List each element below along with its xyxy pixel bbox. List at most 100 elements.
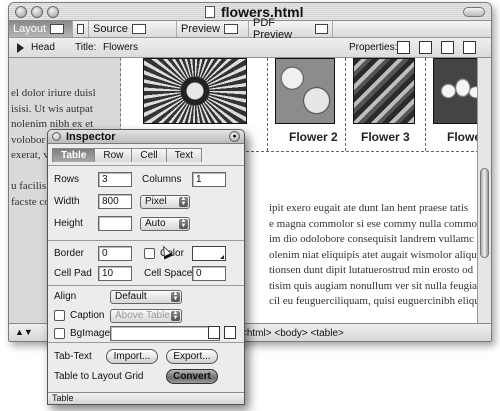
zoom-window-button[interactable] [47,6,59,18]
tab-layout-label: Layout [13,23,47,35]
tab-layout[interactable]: Layout [9,21,73,37]
caption-position-select[interactable]: Above Table ▲ ▼ [110,309,182,323]
rows-field[interactable]: 3 [98,172,132,187]
title-bar[interactable]: flowers.html [9,3,491,21]
table-column-divider [345,58,346,151]
flower-4-caption[interactable]: Flowe [447,130,481,144]
layout-grid-label: Table to Layout Grid [54,371,144,382]
text-line: ipit exero eugait ate dunt lan hent prae… [269,202,469,214]
close-window-button[interactable] [15,6,27,18]
tab-row[interactable]: Row [94,148,133,162]
text-line: e magna commolor si ese commy nulla comm… [269,217,478,230]
minimize-window-button[interactable] [31,6,43,18]
chevron-updown-icon: ▲ ▼ [171,310,180,321]
align-select[interactable]: Default ▲ ▼ [110,290,182,304]
head-label[interactable]: Head [31,42,55,53]
bgimage-checkbox[interactable] [54,328,65,339]
export-button[interactable]: Export... [166,349,218,364]
table-column-divider [267,58,268,151]
cellspace-label: Cell Space [144,268,193,279]
dimensions-panel: Rows 3 Columns 1 Width 800 Pixel ▲ ▼ Heig… [48,165,244,240]
tab-source[interactable]: Source [89,21,177,37]
color-swatch[interactable] [192,246,226,261]
inspector-title-bar[interactable]: Inspector ● [48,130,244,144]
border-panel: Border 0 Color Cell Pad 10 Cell Space 0 [48,240,244,285]
title-label: Title: [75,42,97,53]
inspector-tabs: Table Row Cell Text [52,148,202,162]
import-button[interactable]: Import... [106,349,158,364]
cellspace-field[interactable]: 0 [192,266,226,281]
align-panel: Align Default ▲ ▼ Caption Above Table ▲ ▼ … [48,285,244,342]
color-checkbox[interactable] [144,248,155,259]
bgimage-label: BgImage [70,328,111,339]
css-icon[interactable] [441,41,454,54]
flower-2-image[interactable] [275,58,335,124]
caption-label: Caption [70,310,105,321]
text-line: im dio odolobore consequisit landrem vul… [269,233,474,245]
flower-4-image[interactable] [433,58,483,124]
split-view-icon [77,24,84,34]
properties-label: Properties: [349,42,398,53]
text-line: tisim quis augiam nonullum ver sit nulla… [269,279,478,292]
actions-panel: Tab-Text Import... Export... Table to La… [48,342,244,388]
flower-2-caption[interactable]: Flower 2 [289,130,338,144]
source-view-icon [131,24,146,34]
body-text[interactable]: ipit exero eugait ate dunt lan hent prae… [269,201,479,310]
tab-table[interactable]: Table [52,148,96,162]
close-icon[interactable] [52,132,61,141]
chevron-updown-icon: ▲ ▼ [171,291,180,302]
collapse-icon[interactable]: ● [229,131,240,142]
text-line: el dolor iriure duisl [11,87,96,99]
height-field[interactable] [98,216,132,231]
scroll-thumb[interactable] [480,168,489,258]
width-unit-select[interactable]: Pixel ▲ ▼ [140,195,190,209]
columns-label: Columns [142,174,182,185]
width-unit-value: Pixel [145,196,167,207]
toolbar-toggle-button[interactable] [463,7,485,17]
tabtext-label: Tab-Text [54,351,92,362]
inspector-status: Table [48,392,244,404]
text-line: tionsen dunt dipit lutatuerostrud min er… [269,264,474,276]
pdf-view-icon [315,24,328,34]
flower-1-image[interactable] [143,58,247,124]
flower-3-image[interactable] [353,58,415,124]
preview-view-icon [224,24,239,34]
tab-pdf-preview[interactable]: PDF Preview [249,17,333,41]
folder-icon[interactable] [208,326,220,339]
width-field[interactable]: 800 [98,194,132,209]
zoom-arrows-icon[interactable]: ▲▼ [15,327,35,339]
chevron-updown-icon: ▲ ▼ [179,218,188,229]
tab-source-label: Source [93,23,128,35]
tab-text[interactable]: Text [165,148,202,162]
page-title-value[interactable]: Flowers [103,42,138,53]
rows-label: Rows [54,174,80,185]
tab-cell[interactable]: Cell [131,148,167,162]
tab-preview[interactable]: Preview [177,21,249,37]
head-bar: Head Title: Flowers Properties: [9,38,491,58]
arrow-right-icon[interactable] [224,326,236,339]
columns-field[interactable]: 1 [192,172,226,187]
vertical-scrollbar[interactable] [477,58,491,323]
cellpad-field[interactable]: 10 [98,266,132,281]
film-strip-icon[interactable] [419,41,432,54]
border-field[interactable]: 0 [98,246,132,261]
inspector-palette: Inspector ● Table Row Cell Text Rows 3 C… [47,129,245,405]
flower-3-caption[interactable]: Flower 3 [361,130,410,144]
convert-button[interactable]: Convert [166,369,218,384]
inspector-title: Inspector [66,131,116,143]
tag-path[interactable]: <html> <body> <table> [241,328,344,339]
cellpad-label: Cell Pad [54,268,92,279]
head-disclosure-icon[interactable] [17,43,24,53]
width-label: Width [54,196,80,207]
height-unit-select[interactable]: Auto ▲ ▼ [140,217,190,231]
text-line: cil eu feuguerciliquam, quisi euguercini… [269,295,479,307]
bgimage-path-field[interactable] [110,326,220,341]
layout-view-icon [50,24,65,34]
height-unit-value: Auto [145,218,166,229]
caption-checkbox[interactable] [54,310,65,321]
page-properties-icon[interactable] [397,41,410,54]
layout-icon[interactable] [463,41,476,54]
border-label: Border [54,248,85,259]
tab-layout-split[interactable] [73,21,89,37]
text-line: isisi. Ut wis autpat [11,102,93,115]
